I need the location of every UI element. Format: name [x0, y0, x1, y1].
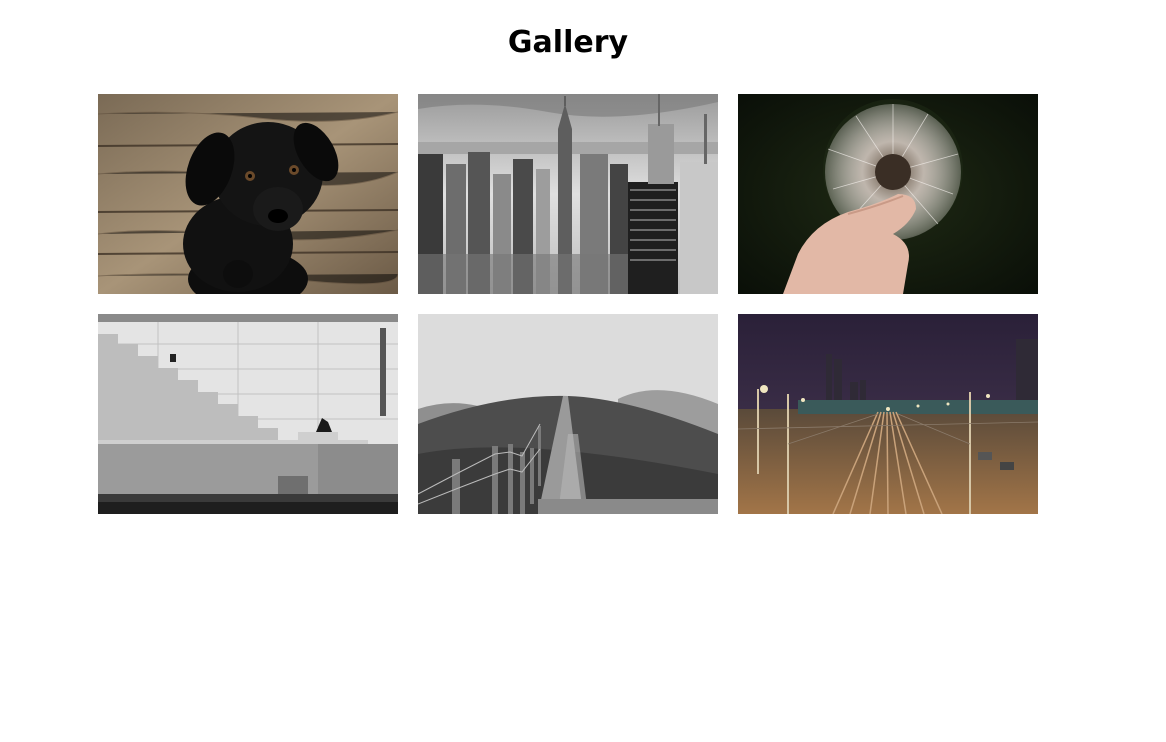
hills-image	[418, 314, 718, 514]
gallery-image-stairs[interactable]	[98, 314, 398, 514]
page-title: Gallery	[507, 25, 629, 60]
city-image	[418, 94, 718, 294]
gallery-page: Gallery	[0, 0, 1166, 742]
gallery-image-hills[interactable]	[418, 314, 718, 514]
puppy-image	[98, 94, 398, 294]
gallery-image-city[interactable]	[418, 94, 718, 294]
stairs-image	[98, 314, 398, 514]
railway-image	[738, 314, 1038, 514]
gallery-image-dandelion[interactable]	[738, 94, 1038, 294]
gallery-image-railway[interactable]	[738, 314, 1038, 514]
gallery-grid	[98, 94, 1038, 514]
dandelion-image	[738, 94, 1038, 294]
gallery-image-puppy[interactable]	[98, 94, 398, 294]
